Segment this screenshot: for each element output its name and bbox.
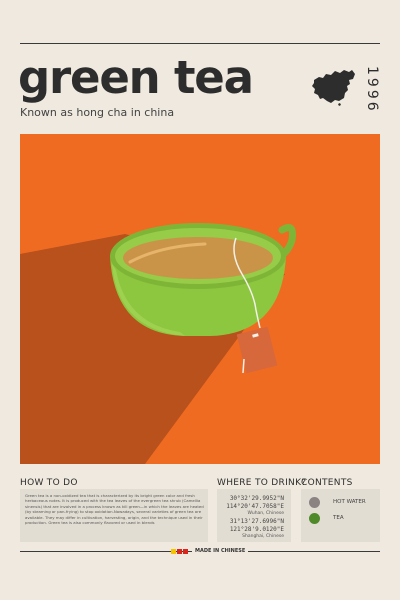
- top-rule: [20, 43, 380, 44]
- flag-square: [171, 549, 176, 554]
- tea-label: TEA: [333, 515, 344, 521]
- location-coord: 30°32'29.9952"N: [229, 495, 284, 502]
- location-coord: 114°20'47.7058"E: [226, 503, 284, 510]
- page-title: green tea: [18, 51, 254, 104]
- hot-water-dot: [309, 497, 320, 508]
- location-city: Shanghai, Chinese: [242, 534, 284, 539]
- location-city: Wuhan, Chinese: [247, 511, 284, 516]
- page-subtitle: Known as hong cha in china: [20, 106, 175, 119]
- made-in-label: MADE IN CHINESE: [192, 548, 249, 554]
- year-label: 1996: [364, 66, 380, 114]
- flag-square: [177, 549, 182, 554]
- china-map-icon: [312, 70, 355, 106]
- location-coord: 121°28'9.0120"E: [229, 526, 284, 533]
- hot-water-label: HOT WATER: [333, 499, 366, 505]
- tea-dot: [309, 513, 320, 524]
- tea-illustration: [20, 134, 380, 464]
- contents-heading: CONTENTS: [301, 478, 353, 488]
- location-coord: 31°13'27.6996"N: [229, 518, 284, 525]
- how-to-do-heading: HOW TO DO: [20, 478, 78, 488]
- flag-square: [183, 549, 188, 554]
- where-to-drink-heading: WHERE TO DRINK?: [217, 478, 307, 488]
- how-to-do-description: Green tea is a non-oxidized tea that is …: [25, 493, 204, 526]
